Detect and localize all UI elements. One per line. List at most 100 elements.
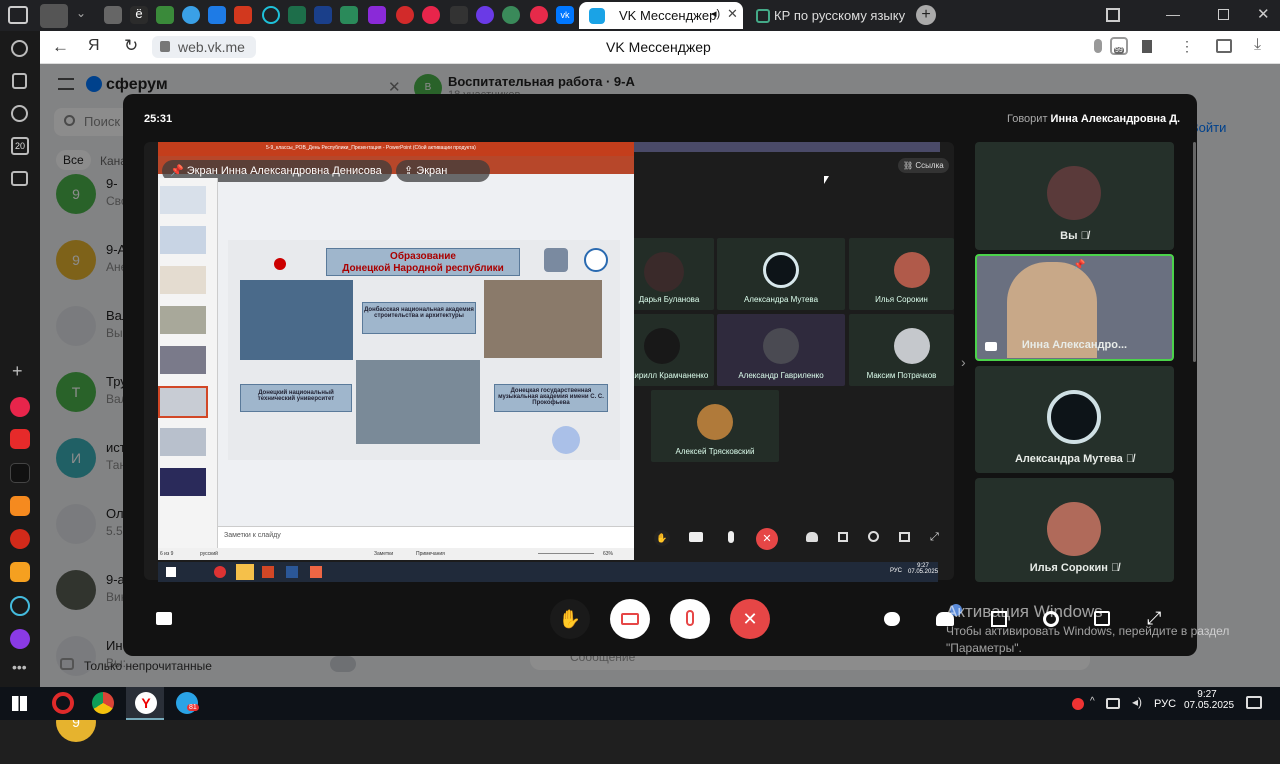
slide-thumbnail-active[interactable] [158, 386, 208, 418]
add-panel-icon[interactable]: + [12, 361, 23, 382]
close-tab-icon[interactable]: ✕ [727, 6, 738, 22]
pinned-tab-icon[interactable] [156, 6, 174, 24]
tab-manager-icon[interactable] [1106, 8, 1120, 22]
opera-icon[interactable] [52, 692, 74, 714]
microphone-icon[interactable] [1094, 39, 1102, 53]
pinned-tab-icon[interactable] [314, 6, 332, 24]
pinned-app-icon[interactable] [10, 429, 30, 449]
participant-tile[interactable]: Александра Мутева 🎙̸ [975, 366, 1174, 473]
history-icon[interactable] [11, 40, 28, 57]
chrome-icon[interactable] [92, 692, 114, 714]
network-icon[interactable] [1106, 698, 1120, 709]
tabs-dropdown-icon[interactable]: ⌄ [72, 6, 90, 24]
raise-hand-small-icon[interactable]: ✋ [654, 530, 670, 546]
raise-hand-button[interactable]: ✋ [550, 599, 590, 639]
pinned-tab-icon[interactable] [396, 6, 414, 24]
end-call-button[interactable]: ✕ [730, 599, 770, 639]
mail-icon[interactable] [10, 562, 30, 582]
downloads-icon[interactable]: ⤓ [1254, 36, 1261, 54]
tab-vk-messenger[interactable]: VK Мессенджер ◂) ✕ [579, 2, 743, 29]
pinned-tab-icon[interactable] [288, 6, 306, 24]
pinned-tab-icon[interactable] [530, 6, 548, 24]
reload-icon[interactable]: ↻ [124, 36, 138, 56]
pinned-app-icon[interactable] [10, 529, 30, 549]
tray-app-icon[interactable] [1072, 698, 1084, 710]
slide-thumbnail[interactable] [160, 226, 206, 254]
settings-small-icon[interactable] [868, 531, 879, 542]
mic-off-button[interactable] [670, 599, 710, 639]
status-comments[interactable]: Примечания [416, 551, 445, 557]
speaker-icon[interactable]: ◂) [711, 7, 720, 20]
pinned-app-icon[interactable] [10, 596, 30, 616]
bookmark-icon[interactable] [1142, 40, 1152, 53]
slide-thumbnail[interactable] [160, 266, 206, 294]
new-tab-button[interactable]: + [916, 5, 936, 25]
participant-tile[interactable]: Илья Сорокин 🎙̸ [975, 478, 1174, 582]
participant-tile[interactable]: Алексей Трясковский [651, 390, 779, 462]
pinned-tab-icon[interactable]: vk [556, 6, 574, 24]
minimize-button[interactable]: — [1166, 6, 1180, 22]
camera-off-button[interactable] [610, 599, 650, 639]
pinned-tab-icon[interactable] [182, 6, 200, 24]
pinned-tab-icon[interactable] [104, 6, 122, 24]
slide-thumbnail[interactable] [160, 468, 206, 496]
end-call-small-button[interactable]: ✕ [756, 528, 778, 550]
pinned-tab-icon[interactable] [450, 6, 468, 24]
notifications-icon[interactable] [1246, 696, 1262, 709]
back-icon[interactable]: ← [52, 37, 69, 57]
sidebar-toggle-icon[interactable] [8, 6, 28, 24]
zen-icon[interactable]: 20 [11, 137, 29, 155]
notes-pane[interactable]: Заметки к слайду [218, 526, 634, 548]
copy-link-button[interactable]: ⛓ Ссылка [898, 158, 949, 173]
camera-small-icon[interactable] [689, 532, 703, 542]
side-scrollbar[interactable] [1193, 142, 1196, 362]
share-screen-icon[interactable] [156, 612, 172, 625]
tabs-panel-icon[interactable] [1216, 39, 1232, 53]
mic-small-icon[interactable] [728, 531, 734, 543]
pinned-tab-icon[interactable] [340, 6, 358, 24]
sound-tab-icon[interactable] [40, 4, 68, 28]
alice-icon[interactable] [10, 629, 30, 649]
participant-tile[interactable]: Илья Сорокин [849, 238, 954, 310]
active-speaker-tile[interactable]: 📌 Инна Александро... [975, 254, 1174, 361]
status-notes[interactable]: Заметки [374, 551, 393, 557]
slide-thumbnail[interactable] [160, 428, 206, 456]
collections-icon[interactable] [12, 73, 27, 89]
tiktok-icon[interactable] [10, 463, 30, 483]
screenshot-icon[interactable] [11, 171, 28, 186]
slide-thumbnail[interactable] [160, 306, 206, 334]
chat-icon[interactable] [884, 612, 900, 626]
slide-thumbnail[interactable] [160, 186, 206, 214]
pinned-tab-icon[interactable]: ё [130, 6, 148, 24]
maximize-button[interactable] [1218, 9, 1229, 20]
participants-small-icon[interactable] [806, 532, 818, 542]
language-indicator[interactable]: РУС [1154, 698, 1176, 710]
participant-tile[interactable]: Дарья Буланова [624, 238, 714, 310]
pinned-app-icon[interactable] [10, 397, 30, 417]
play-icon[interactable] [11, 105, 28, 122]
odnoklassniki-icon[interactable] [10, 496, 30, 516]
pinned-tab-icon[interactable] [368, 6, 386, 24]
fullscreen-small-icon[interactable]: ⤢ [930, 531, 939, 544]
tray-up-icon[interactable]: ^ [1090, 696, 1095, 707]
pinned-tab-icon[interactable] [262, 6, 280, 24]
slide-thumbnail[interactable] [160, 346, 206, 374]
close-window-button[interactable]: ✕ [1257, 5, 1270, 23]
layout-small-icon[interactable] [838, 532, 848, 542]
pinned-tab-icon[interactable] [234, 6, 252, 24]
start-icon[interactable] [12, 696, 27, 711]
participant-tile[interactable]: Александра Мутева [717, 238, 845, 310]
pip-small-icon[interactable] [899, 532, 910, 542]
yandex-icon[interactable]: Я [88, 37, 100, 55]
prev-page-icon[interactable]: › [961, 354, 966, 370]
menu-icon[interactable]: ⋮ [1180, 38, 1194, 55]
pinned-tab-icon[interactable] [502, 6, 520, 24]
pinned-tab-icon[interactable] [208, 6, 226, 24]
volume-icon[interactable]: ◂) [1132, 695, 1142, 709]
zoom-slider[interactable] [538, 553, 594, 554]
pin-icon[interactable]: 📌 [1073, 260, 1085, 271]
pinned-tab-icon[interactable] [476, 6, 494, 24]
screen-button[interactable]: ⇪ Экран [396, 160, 490, 182]
url-field[interactable]: web.vk.me [152, 36, 256, 58]
pinned-tab-icon[interactable] [422, 6, 440, 24]
